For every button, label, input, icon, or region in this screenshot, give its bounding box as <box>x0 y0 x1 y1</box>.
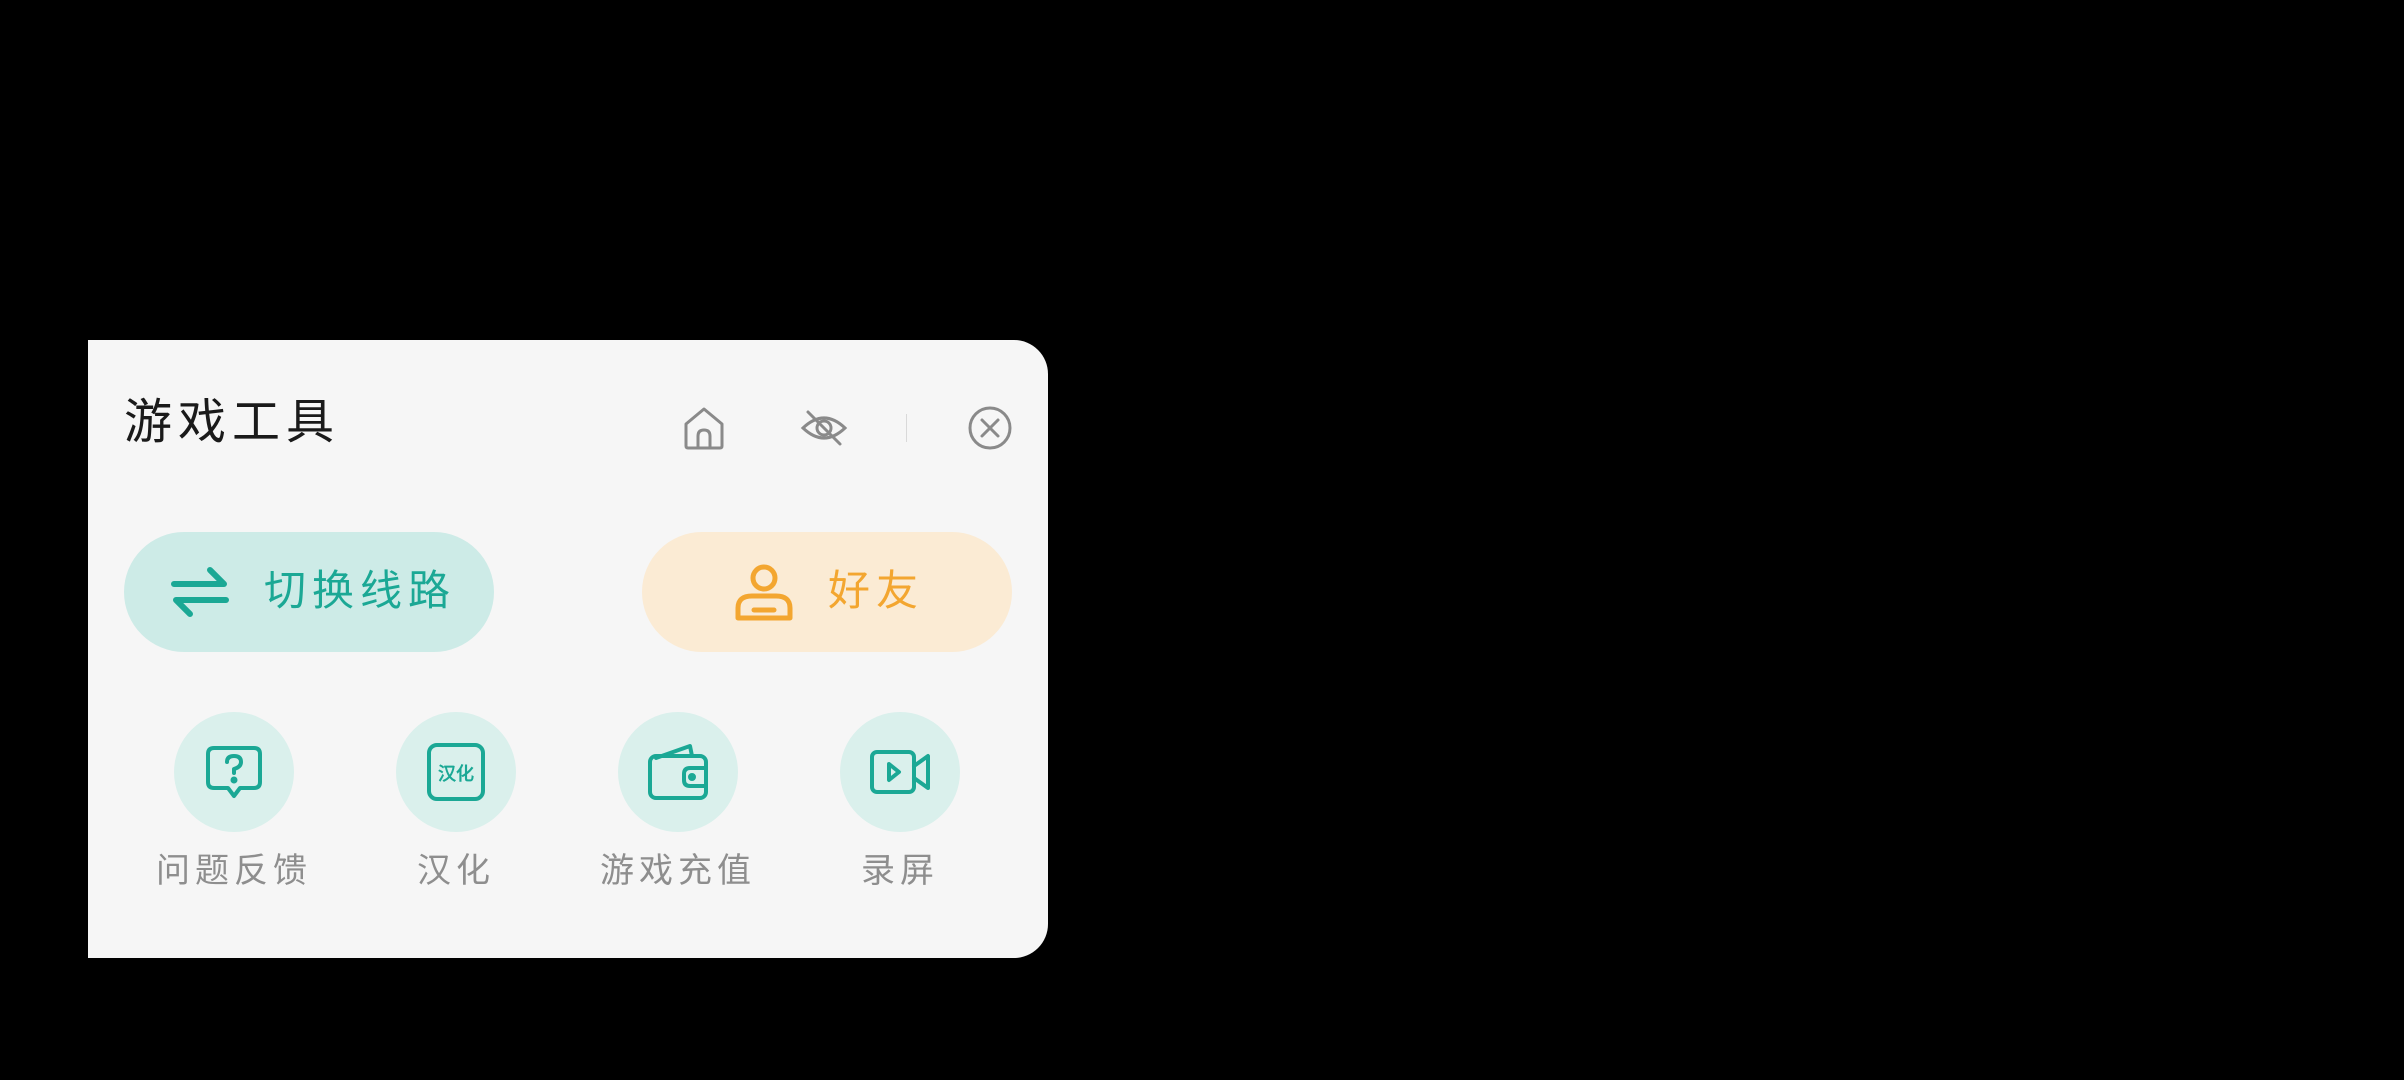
recharge-icon-circle <box>618 712 738 832</box>
wallet-icon <box>648 744 708 800</box>
translate-tool[interactable]: 汉化 汉化 <box>356 712 556 912</box>
switch-line-button[interactable]: 切换线路 <box>124 532 494 652</box>
friends-label: 好友 <box>828 566 925 615</box>
screen-record-tool[interactable]: 录屏 <box>800 712 1000 912</box>
screen-record-label: 录屏 <box>861 851 939 891</box>
switch-line-label: 切换线路 <box>264 566 457 615</box>
screen-record-icon-circle <box>840 712 960 832</box>
swap-arrows-icon <box>166 558 234 626</box>
feedback-tool[interactable]: 问题反馈 <box>134 712 334 912</box>
panel-title: 游戏工具 <box>124 394 341 450</box>
header-divider <box>906 414 907 442</box>
video-record-icon <box>870 750 930 794</box>
friends-button[interactable]: 好友 <box>642 532 1012 652</box>
feedback-label: 问题反馈 <box>156 851 312 891</box>
person-icon <box>730 558 798 626</box>
feedback-icon-circle <box>174 712 294 832</box>
svg-text:汉化: 汉化 <box>438 763 474 785</box>
game-tools-panel: 游戏工具 切换线路 好友 问题反馈 汉化 汉化 游戏充值 录屏 <box>88 340 1048 958</box>
eye-off-icon[interactable] <box>798 402 850 454</box>
recharge-label: 游戏充值 <box>600 851 756 891</box>
feedback-question-icon <box>206 746 262 798</box>
recharge-tool[interactable]: 游戏充值 <box>578 712 778 912</box>
home-icon[interactable] <box>678 402 730 454</box>
translate-icon: 汉化 <box>427 743 485 801</box>
translate-icon-circle: 汉化 <box>396 712 516 832</box>
close-circle-icon[interactable] <box>964 402 1016 454</box>
translate-label: 汉化 <box>417 851 495 891</box>
